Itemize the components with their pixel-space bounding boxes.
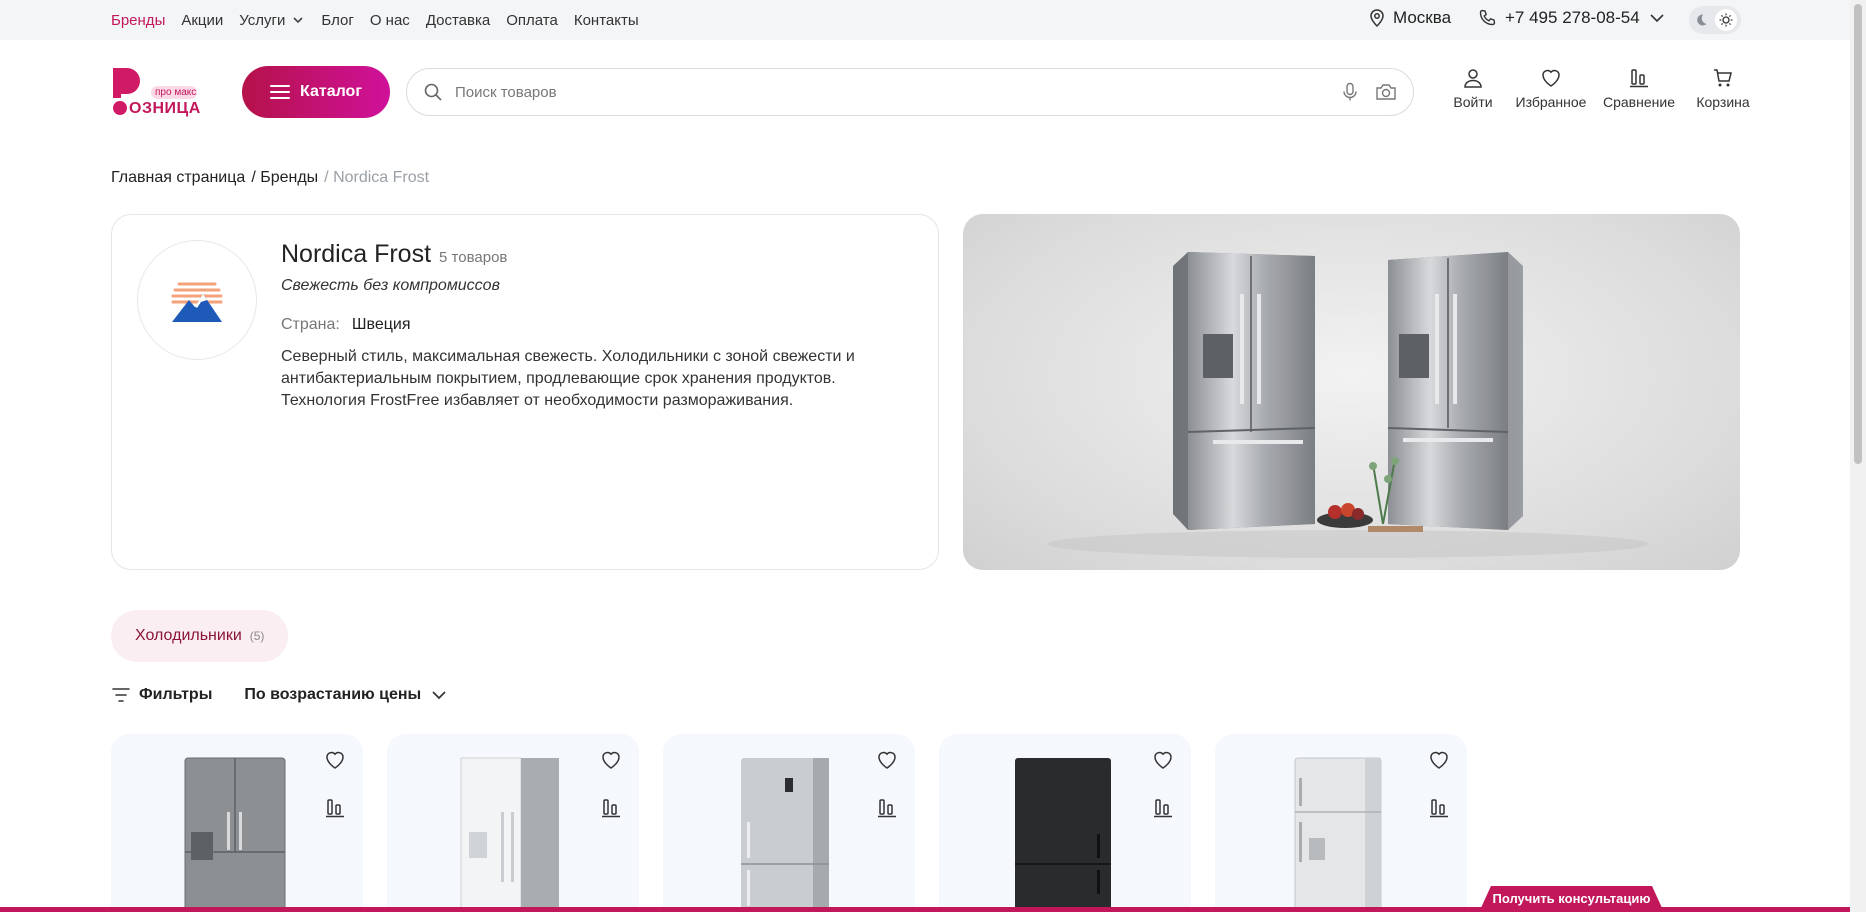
brand-info-card: Nordica Frost 5 товаров Свежесть без ком…	[111, 214, 939, 570]
compare-icon[interactable]	[1427, 796, 1451, 820]
scrollbar-thumb[interactable]	[1854, 4, 1862, 464]
product-image	[741, 758, 829, 912]
compare-button[interactable]: Сравнение	[1595, 66, 1683, 110]
top-nav-payment[interactable]: Оплата	[506, 12, 558, 29]
product-card[interactable]	[939, 734, 1191, 912]
heart-icon[interactable]	[1151, 748, 1175, 772]
filter-icon	[112, 688, 130, 702]
sort-dropdown[interactable]: По возрастанию цены	[244, 686, 449, 704]
search-tools	[1341, 82, 1397, 102]
brand-product-count: 5 товаров	[439, 249, 508, 266]
heart-icon[interactable]	[599, 748, 623, 772]
filters-row: Фильтры По возрастанию цены	[111, 686, 449, 704]
top-nav-delivery[interactable]: Доставка	[426, 12, 490, 29]
chevron-down-icon	[293, 17, 303, 24]
user-icon	[1464, 69, 1482, 88]
brand-description: Северный стиль, максимальная свежесть. Х…	[281, 348, 855, 409]
city-label: Москва	[1393, 8, 1452, 27]
heart-icon	[1542, 69, 1560, 87]
brand-title-row: Nordica Frost 5 товаров	[281, 240, 507, 269]
cart-icon	[1714, 69, 1732, 87]
header-actions: Войти Избранное Сравнение Корзина	[1445, 66, 1759, 110]
brand-slogan: Свежесть без компромиссов	[281, 277, 500, 294]
compare-icon[interactable]	[599, 796, 623, 820]
filters-label: Фильтры	[139, 686, 213, 703]
product-image	[1015, 758, 1111, 912]
top-bar: Бренды Акции Услуги Блог О нас Доставка …	[0, 0, 1850, 40]
product-card[interactable]	[1215, 734, 1467, 912]
hero-refrigerators-illustration	[1048, 252, 1648, 558]
login-button[interactable]: Войти	[1445, 66, 1501, 110]
page-scrollbar[interactable]	[1850, 0, 1866, 912]
sun-icon	[1719, 13, 1733, 27]
catalog-button[interactable]: Каталог	[242, 66, 390, 118]
brand-name: Nordica Frost	[281, 240, 432, 268]
compare-icon[interactable]	[323, 796, 347, 820]
compare-icon	[1630, 69, 1648, 88]
phone-selector[interactable]: +7 495 278-08-54	[1477, 8, 1666, 28]
product-image	[460, 757, 559, 912]
product-image	[184, 757, 286, 912]
brand-country: Страна: Швеция	[281, 316, 411, 334]
sort-label: По возрастанию цены	[244, 686, 422, 703]
brand-country-label: Страна:	[281, 316, 340, 333]
camera-icon[interactable]	[1375, 82, 1397, 102]
search-bar	[406, 68, 1414, 116]
compare-label: Сравнение	[1603, 94, 1675, 110]
breadcrumb-brands[interactable]: / Бренды	[251, 169, 318, 187]
breadcrumb-current: / Nordica Frost	[324, 169, 430, 186]
product-card[interactable]	[663, 734, 915, 912]
consultation-button[interactable]: Получить консультацию	[1480, 886, 1663, 910]
menu-icon	[270, 85, 290, 99]
top-nav-contacts[interactable]: Контакты	[574, 12, 639, 29]
top-nav: Бренды Акции Услуги Блог О нас Доставка …	[111, 0, 639, 40]
logo-wordmark: ОЗНИЦА	[129, 100, 201, 117]
heart-icon[interactable]	[323, 748, 347, 772]
city-selector[interactable]: Москва	[1367, 8, 1451, 28]
compare-icon[interactable]	[1151, 796, 1175, 820]
top-nav-blog[interactable]: Блог	[321, 12, 353, 29]
heart-icon[interactable]	[875, 748, 899, 772]
mountain-sun-logo	[171, 282, 223, 322]
logo-tagline: про макс	[155, 87, 197, 98]
brand-logo	[137, 240, 257, 360]
catalog-button-label: Каталог	[300, 83, 362, 100]
product-image	[1294, 757, 1382, 912]
moon-icon	[1697, 14, 1707, 26]
product-grid	[111, 734, 1467, 912]
phone-number: +7 495 278-08-54	[1505, 8, 1640, 27]
favorites-label: Избранное	[1515, 94, 1587, 110]
brand-country-value: Швеция	[351, 316, 411, 333]
filters-button[interactable]: Фильтры	[111, 686, 212, 704]
top-nav-services[interactable]: Услуги	[239, 12, 305, 29]
top-nav-promos[interactable]: Акции	[181, 12, 223, 29]
category-chip-refrigerators[interactable]: Холодильники (5)	[111, 610, 289, 662]
breadcrumb: Главная страница / Бренды / Nordica Fros…	[111, 169, 429, 187]
product-card[interactable]	[111, 734, 363, 912]
theme-toggle[interactable]	[1689, 6, 1741, 34]
microphone-icon[interactable]	[1341, 82, 1359, 102]
location-pin-icon	[1370, 9, 1384, 28]
cart-button[interactable]: Корзина	[1687, 66, 1759, 110]
category-chip-count: (5)	[249, 629, 265, 643]
phone-icon	[1479, 9, 1496, 26]
breadcrumb-home[interactable]: Главная страница	[111, 169, 245, 187]
product-card[interactable]	[387, 734, 639, 912]
site-logo[interactable]: про макс ОЗНИЦА	[111, 66, 206, 118]
favorites-button[interactable]: Избранное	[1507, 66, 1595, 110]
search-input[interactable]	[455, 83, 1341, 101]
cart-label: Корзина	[1696, 94, 1750, 110]
chevron-down-icon	[1650, 14, 1664, 23]
login-label: Войти	[1453, 94, 1493, 110]
theme-toggle-knob	[1715, 9, 1737, 31]
search-icon	[424, 83, 442, 101]
heart-icon[interactable]	[1427, 748, 1451, 772]
compare-icon[interactable]	[875, 796, 899, 820]
chevron-down-icon	[432, 691, 446, 700]
top-nav-services-label: Услуги	[239, 11, 286, 29]
top-nav-brands[interactable]: Бренды	[111, 12, 165, 29]
brand-hero-image	[963, 214, 1740, 570]
category-chip-label: Холодильники	[135, 627, 242, 644]
top-nav-about[interactable]: О нас	[370, 12, 410, 29]
